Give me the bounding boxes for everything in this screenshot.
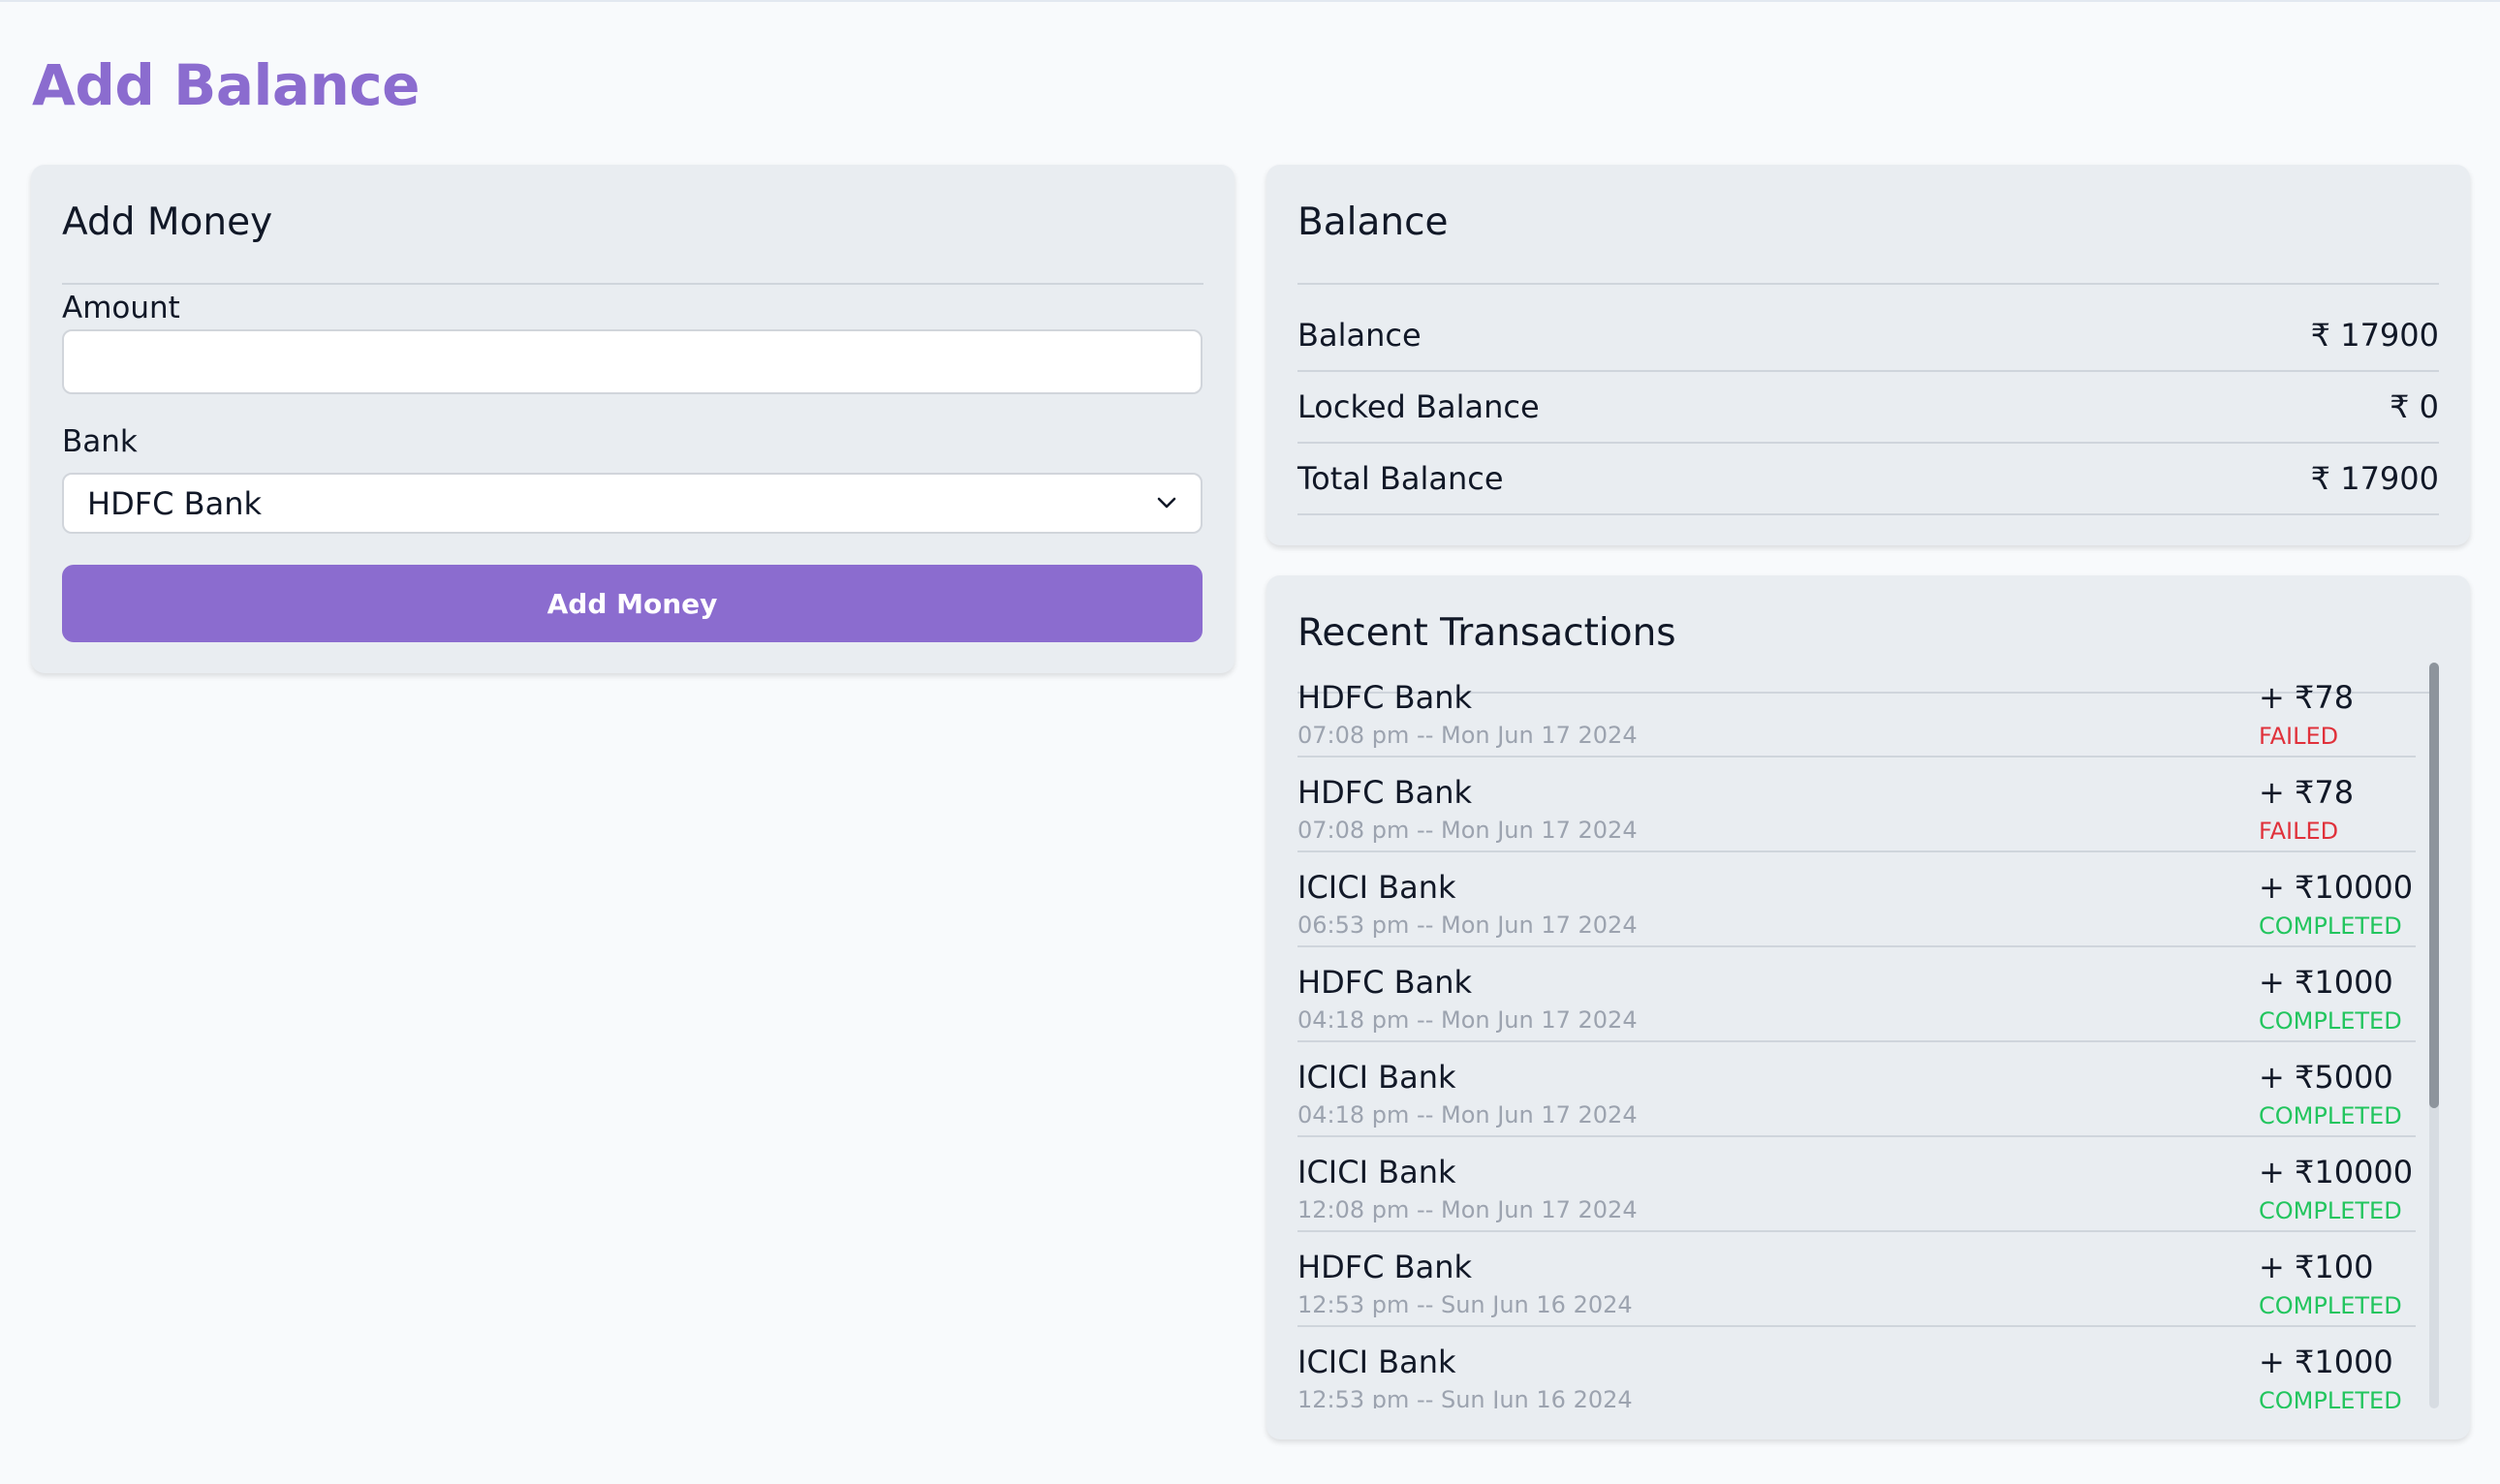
- transaction-status: FAILED: [2259, 723, 2339, 750]
- balance-row-label: Balance: [1297, 317, 1422, 354]
- transaction-row: ICICI Bank 04:18 pm -- Mon Jun 17 2024 + ₹…: [1297, 1042, 2416, 1137]
- total-balance-label: Total Balance: [1297, 460, 1504, 497]
- bank-select[interactable]: HDFC Bank: [62, 473, 1203, 534]
- add-money-card: Add Money Amount Bank HDFC Bank Add Mone…: [31, 165, 1234, 673]
- transaction-bank: ICICI Bank: [1297, 1154, 1456, 1190]
- transaction-row: HDFC Bank 07:08 pm -- Mon Jun 17 2024 + ₹7…: [1297, 757, 2416, 852]
- transaction-status: COMPLETED: [2259, 912, 2402, 940]
- transaction-time: 07:08 pm -- Mon Jun 17 2024: [1297, 722, 1638, 749]
- transaction-amount: + ₹100: [2259, 1249, 2374, 1285]
- balance-row-value: ₹ 17900: [2310, 317, 2439, 354]
- transaction-time: 12:53 pm -- Sun Jun 16 2024: [1297, 1291, 1633, 1318]
- transaction-time: 04:18 pm -- Mon Jun 17 2024: [1297, 1101, 1638, 1128]
- top-divider: [0, 0, 2500, 2]
- transaction-time: 06:53 pm -- Mon Jun 17 2024: [1297, 912, 1638, 939]
- transaction-amount: + ₹10000: [2259, 869, 2414, 906]
- transaction-amount: + ₹1000: [2259, 964, 2393, 1001]
- transaction-status: COMPLETED: [2259, 1387, 2402, 1408]
- recent-transactions-card: Recent Transactions HDFC Bank 07:08 pm --…: [1266, 575, 2470, 1439]
- total-balance-value: ₹ 17900: [2310, 460, 2439, 497]
- chevron-down-icon: [1156, 491, 1177, 515]
- add-money-button[interactable]: Add Money: [62, 565, 1203, 642]
- amount-label: Amount: [62, 291, 180, 325]
- transaction-bank: HDFC Bank: [1297, 964, 1472, 1001]
- transaction-amount: + ₹78: [2259, 774, 2355, 811]
- transaction-amount: + ₹10000: [2259, 1154, 2414, 1190]
- transaction-time: 04:18 pm -- Mon Jun 17 2024: [1297, 1006, 1638, 1034]
- locked-balance-value: ₹ 0: [2390, 388, 2439, 425]
- transaction-bank: ICICI Bank: [1297, 1059, 1456, 1096]
- transaction-bank: HDFC Bank: [1297, 679, 1472, 716]
- transaction-row: ICICI Bank 06:53 pm -- Mon Jun 17 2024 + ₹…: [1297, 852, 2416, 947]
- transaction-amount: + ₹5000: [2259, 1059, 2393, 1096]
- locked-balance-label: Locked Balance: [1297, 388, 1540, 425]
- transaction-bank: HDFC Bank: [1297, 1249, 1472, 1285]
- balance-row: Balance ₹ 17900: [1297, 300, 2439, 372]
- transaction-time: 12:08 pm -- Mon Jun 17 2024: [1297, 1196, 1638, 1223]
- bank-select-value: HDFC Bank: [87, 484, 262, 522]
- page-title: Add Balance: [32, 52, 421, 118]
- transaction-time: 12:53 pm -- Sun Jun 16 2024: [1297, 1386, 1633, 1408]
- balance-card: Balance Balance ₹ 17900 Locked Balance ₹…: [1266, 165, 2470, 545]
- transaction-bank: HDFC Bank: [1297, 774, 1472, 811]
- amount-input[interactable]: [62, 329, 1203, 394]
- bank-label: Bank: [62, 424, 138, 459]
- transaction-row: HDFC Bank 12:53 pm -- Sun Jun 16 2024 + ₹1…: [1297, 1232, 2416, 1327]
- transaction-row: HDFC Bank 07:08 pm -- Mon Jun 17 2024 + ₹7…: [1297, 663, 2416, 757]
- transaction-status: COMPLETED: [2259, 1292, 2402, 1319]
- transactions-container: HDFC Bank 07:08 pm -- Mon Jun 17 2024 + ₹7…: [1297, 663, 2439, 1408]
- total-balance-row: Total Balance ₹ 17900: [1297, 444, 2439, 515]
- transaction-status: COMPLETED: [2259, 1102, 2402, 1129]
- transaction-amount: + ₹78: [2259, 679, 2355, 716]
- transaction-row: HDFC Bank 04:18 pm -- Mon Jun 17 2024 + ₹1…: [1297, 947, 2416, 1042]
- transaction-status: COMPLETED: [2259, 1197, 2402, 1224]
- transaction-time: 07:08 pm -- Mon Jun 17 2024: [1297, 817, 1638, 844]
- transactions-list[interactable]: HDFC Bank 07:08 pm -- Mon Jun 17 2024 + ₹7…: [1297, 663, 2439, 1408]
- transaction-bank: ICICI Bank: [1297, 869, 1456, 906]
- scrollbar-thumb[interactable]: [2429, 663, 2439, 1108]
- locked-balance-row: Locked Balance ₹ 0: [1297, 372, 2439, 444]
- transaction-bank: ICICI Bank: [1297, 1344, 1456, 1380]
- add-money-heading: Add Money: [62, 198, 1203, 285]
- balance-heading: Balance: [1297, 198, 2439, 285]
- transaction-status: FAILED: [2259, 818, 2339, 845]
- scrollbar-track[interactable]: [2429, 663, 2439, 1408]
- transaction-amount: + ₹1000: [2259, 1344, 2393, 1380]
- transaction-status: COMPLETED: [2259, 1007, 2402, 1035]
- transaction-row: ICICI Bank 12:08 pm -- Mon Jun 17 2024 + ₹…: [1297, 1137, 2416, 1232]
- transaction-row: ICICI Bank 12:53 pm -- Sun Jun 16 2024 + ₹…: [1297, 1327, 2416, 1408]
